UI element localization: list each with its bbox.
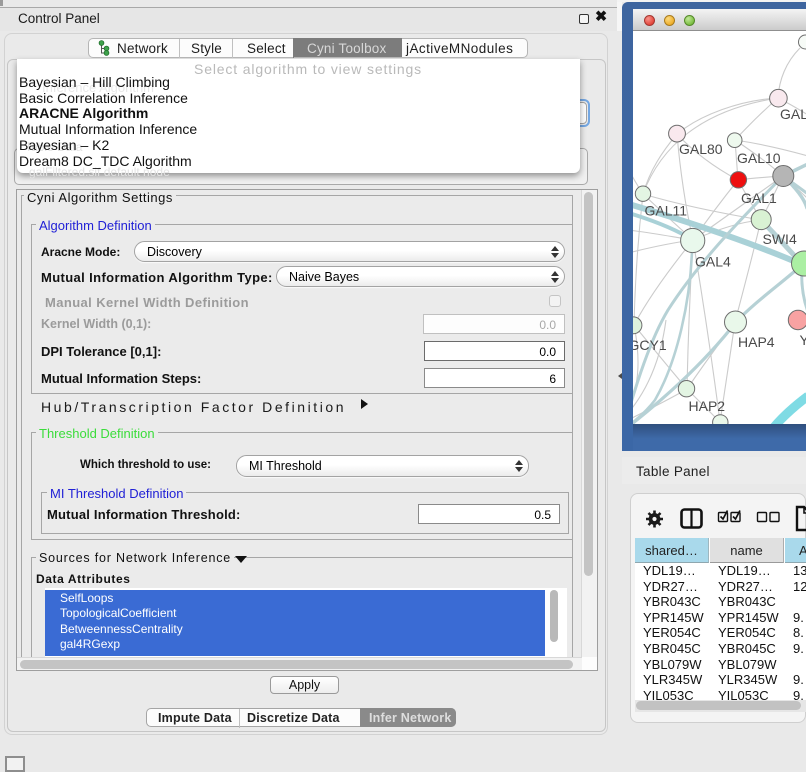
svg-text:GAL2: GAL2 [780, 106, 806, 122]
svg-text:HAP4: HAP4 [738, 334, 775, 350]
svg-text:GAL1: GAL1 [741, 190, 777, 206]
svg-text:Y: Y [800, 332, 806, 348]
svg-text:GAL4: GAL4 [695, 254, 731, 270]
svg-text:GAL80: GAL80 [679, 141, 723, 157]
svg-text:GCY1: GCY1 [633, 337, 667, 353]
svg-text:GAL10: GAL10 [737, 150, 781, 166]
svg-text:HAP2: HAP2 [689, 398, 726, 414]
svg-text:SWI4: SWI4 [763, 231, 797, 247]
svg-text:GAL11: GAL11 [645, 203, 688, 219]
